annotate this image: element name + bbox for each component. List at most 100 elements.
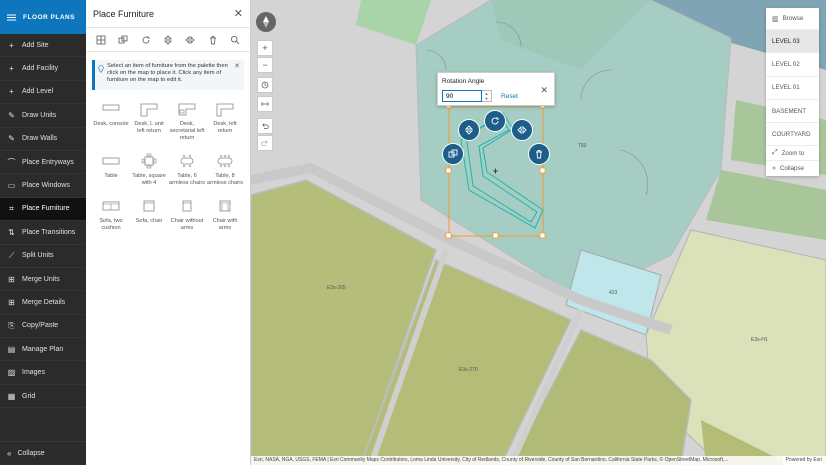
pencil-icon: ✎ [8,134,15,144]
rotate-button[interactable] [484,110,506,132]
furniture-item[interactable]: Sofa, two cushion [92,197,130,232]
rotation-reset-button[interactable]: Reset [501,93,518,100]
rotation-close-icon[interactable]: ✕ [540,85,548,96]
undo-button[interactable] [257,118,273,134]
rotation-angle-input[interactable] [442,90,482,102]
menu-icon[interactable] [7,13,16,22]
zoom-to-label: Zoom to [781,149,805,157]
furniture-toolbar [86,28,250,52]
rotation-stepper[interactable]: ▲ ▼ [482,90,492,102]
furniture-item[interactable]: Chair without arms [168,197,206,232]
furniture-item-label: Sofa, two cushion [99,217,123,231]
nav-item-add-site[interactable]: + Add Site [0,34,86,58]
level-level-01[interactable]: LEVEL 01 [766,77,819,100]
close-icon[interactable]: ✕ [234,7,243,20]
nav-item-grid[interactable]: ▦ Grid [0,385,86,409]
app-title: FLOOR PLANS [23,13,76,21]
furniture-item-label: Desk, left return [213,121,237,134]
floor-plan-map[interactable] [251,0,826,465]
hint-box: Select an item of furniture from the pal… [92,60,244,90]
panel-title: Place Furniture [93,8,155,19]
nav-item-label: Manage Plan [22,345,64,353]
nav-item-draw-units[interactable]: ✎ Draw Units [0,104,86,128]
room-label: 423 [609,290,618,296]
chair-without-arms-icon [176,197,198,215]
flip-horizontal-icon[interactable] [182,32,198,48]
measure-button[interactable] [257,96,273,112]
nav-item-merge-units[interactable]: ⊞ Merge Units [0,268,86,292]
furniture-item[interactable]: Desk, secretarial left return [168,100,206,142]
nav-item-images[interactable]: ▨ Images [0,361,86,385]
room-label: 793 [578,143,587,149]
map-view[interactable]: 793 423 E3s-265 E3s-270 E3s-H1 + − [251,0,826,465]
delete-furniture-button[interactable] [528,143,550,165]
levels-collapse-button[interactable]: » Collapse [766,161,819,176]
hint-close-icon[interactable]: ✕ [234,62,240,70]
furniture-item[interactable]: Desk, L unit left return [130,100,168,142]
flip-vertical-button[interactable] [458,119,480,141]
rotate-icon [491,117,499,125]
flip-horizontal-icon [517,125,527,135]
nav-item-add-level[interactable]: + Add Level [0,81,86,105]
furniture-item-label: Desk, console [93,121,129,127]
zoom-to-icon[interactable] [227,32,243,48]
nav-collapse-label: Collapse [17,450,45,457]
zoom-in-button[interactable]: + [257,40,273,56]
nav-item-label: Place Transitions [22,228,76,236]
nav-item-add-facility[interactable]: + Add Facility [0,57,86,81]
zoom-to-button[interactable]: ⤢ Zoom to [766,146,819,162]
nav-item-place-furniture[interactable]: ⌗ Place Furniture [0,197,86,222]
nav-item-place-entryways[interactable]: ⌒ Place Entryways [0,151,86,175]
nav-item-draw-walls[interactable]: ✎ Draw Walls [0,128,86,151]
browse-button[interactable]: ▥ Browse [766,8,819,30]
furniture-item[interactable]: Table, 6 armless chairs [168,152,206,187]
compass-button[interactable] [256,12,276,32]
furniture-panel: Place Furniture ✕ Select an item of furn… [86,0,251,465]
level-level-03[interactable]: LEVEL 03 [766,30,819,54]
furniture-item[interactable]: Chair with arms [206,197,244,232]
trash-icon[interactable] [205,32,221,48]
duplicate-icon[interactable] [115,32,131,48]
flip-vertical-icon[interactable] [160,32,176,48]
level-level-02[interactable]: LEVEL 02 [766,53,819,77]
level-courtyard[interactable]: COURTYARD [766,123,819,147]
lightbulb-icon [98,65,104,73]
double-chevron-left-icon: « [7,449,12,458]
furniture-item[interactable]: Desk, left return [206,100,244,142]
furniture-item-label: Chair with arms [212,217,238,231]
double-chevron-right-icon: » [772,165,776,173]
panel-header: Place Furniture ✕ [86,0,250,28]
minus-icon: − [262,60,268,70]
furniture-item[interactable]: Table, square with 4 [130,152,168,187]
nav-item-split-units[interactable]: ⟋ Split Units [0,245,86,268]
nav-item-copy-paste[interactable]: ⎘ Copy/Paste [0,315,86,339]
grid-select-icon[interactable] [93,32,109,48]
furniture-item[interactable]: Sofa, chair [130,197,168,232]
chevron-down-icon[interactable]: ▼ [482,96,491,101]
duplicate-furniture-button[interactable] [442,143,464,165]
furniture-item-label: Table, 6 armless chairs [168,172,206,186]
home-button[interactable] [257,77,273,93]
nav-item-place-windows[interactable]: ▭ Place Windows [0,174,86,198]
duplicate-icon [448,149,458,158]
nav-item-place-transitions[interactable]: ⇅ Place Transitions [0,221,86,245]
furniture-item[interactable]: Desk, console [92,100,130,142]
nav-item-merge-details[interactable]: ⊞ Merge Details [0,291,86,315]
history-icon [261,81,269,89]
furniture-item-label: Desk, secretarial left return [169,121,205,141]
zoom-out-button[interactable]: − [257,57,273,73]
attribution-text: Esri, NASA, NGA, USGS, FEMA | Esri Commu… [254,457,729,463]
nav-item-label: Images [22,369,45,377]
furniture-item-label: Desk, L unit left return [134,121,164,134]
level-basement[interactable]: BASEMENT [766,100,819,124]
redo-button[interactable] [257,135,273,151]
nav-item-manage-plan[interactable]: ▤ Manage Plan [0,338,86,362]
rotate-icon[interactable] [138,32,154,48]
table-6-chairs-icon [176,152,198,170]
merge-icon: ⊞ [8,297,15,307]
furniture-item[interactable]: Table, 8 armless chairs [206,152,244,187]
nav-collapse-button[interactable]: « Collapse [0,441,86,465]
powered-by[interactable]: Powered by Esri [782,456,822,465]
flip-horizontal-button[interactable] [511,119,533,141]
furniture-item[interactable]: Table [92,152,130,187]
